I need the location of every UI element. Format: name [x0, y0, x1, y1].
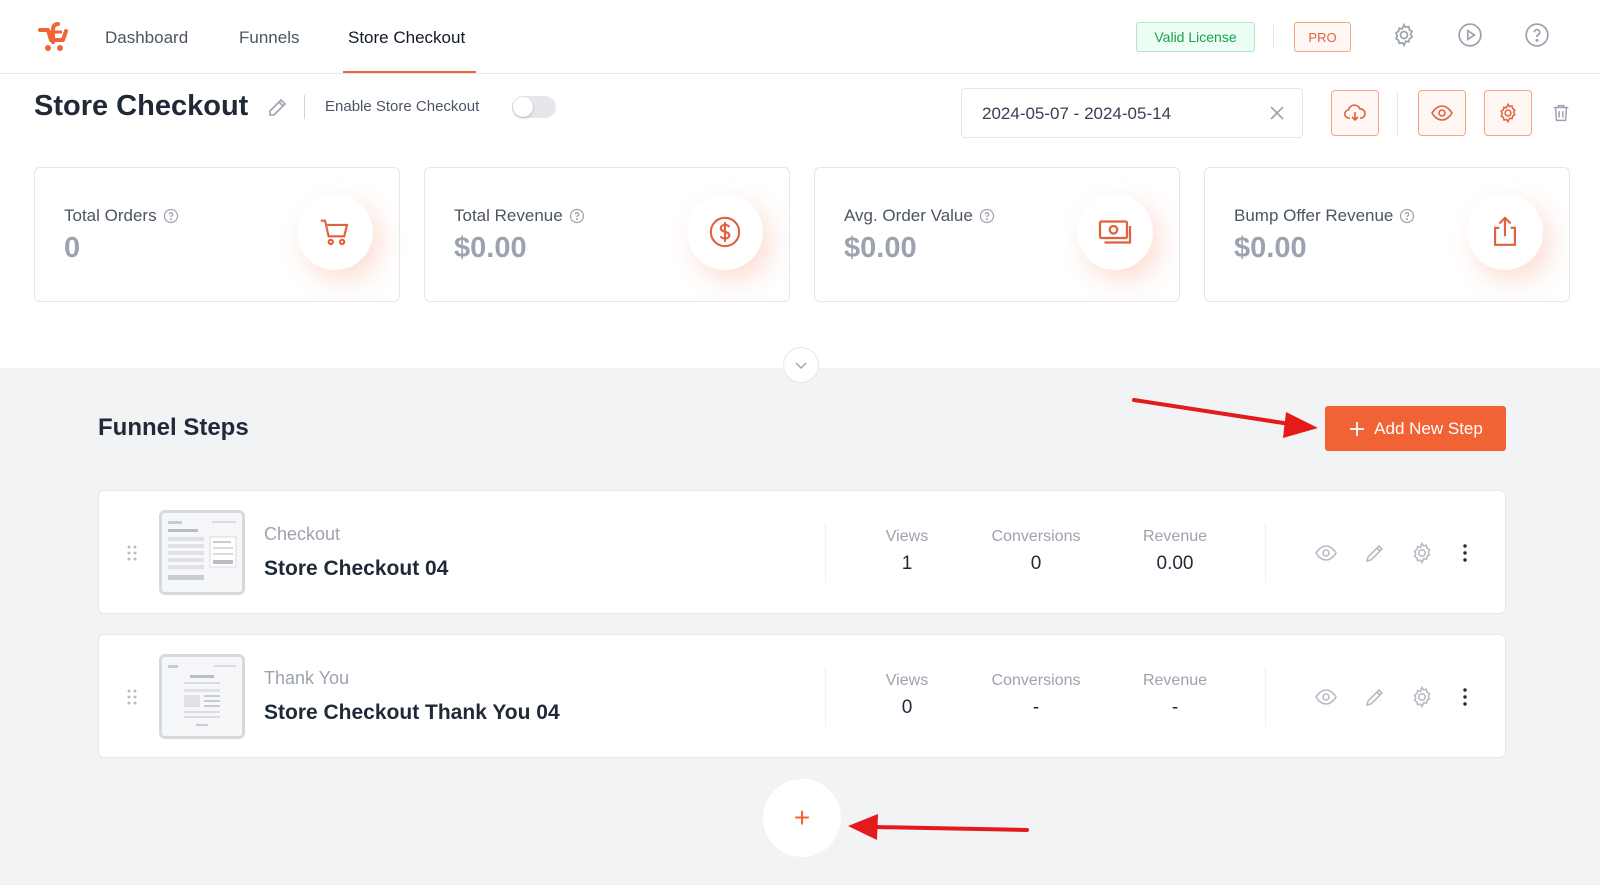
conversions-value: 0: [1030, 553, 1042, 574]
date-range-value: 2024-05-07 - 2024-05-14: [982, 104, 1172, 123]
active-tab-indicator: [343, 71, 476, 73]
divider: [1273, 25, 1274, 49]
step-name[interactable]: Store Checkout Thank You 04: [264, 701, 560, 725]
divider: [1265, 667, 1266, 727]
gear-icon[interactable]: [1410, 541, 1434, 565]
step-name[interactable]: Store Checkout 04: [264, 557, 448, 581]
nav-dashboard[interactable]: Dashboard: [105, 28, 188, 48]
collapse-stats-button[interactable]: [783, 347, 819, 383]
step-type: Checkout: [264, 524, 341, 544]
stat-card-total-orders: Total Orders 0: [34, 167, 400, 302]
revenue-label: Revenue: [1142, 672, 1208, 689]
pencil-icon[interactable]: [1363, 541, 1387, 565]
stat-value: 0: [64, 232, 81, 264]
stat-value: $0.00: [454, 232, 527, 264]
eye-icon[interactable]: [1314, 541, 1338, 565]
stat-label: Total Revenue: [454, 206, 563, 225]
help-icon[interactable]: [1399, 208, 1415, 224]
preview-button[interactable]: [1418, 90, 1466, 136]
gear-icon[interactable]: [1391, 22, 1417, 48]
stat-label: Bump Offer Revenue: [1234, 206, 1394, 225]
nav-store-checkout[interactable]: Store Checkout: [348, 28, 465, 48]
stat-card-bump-offer-revenue: Bump Offer Revenue $0.00: [1204, 167, 1570, 302]
cartflows-logo[interactable]: [36, 20, 70, 54]
stat-card-total-revenue: Total Revenue $0.00: [424, 167, 790, 302]
gear-icon: [1500, 102, 1516, 124]
enable-store-checkout-label: Enable Store Checkout: [325, 98, 480, 115]
add-new-step-label: Add New Step: [1374, 418, 1483, 438]
toggle-knob: [513, 97, 533, 117]
gear-icon[interactable]: [1410, 685, 1434, 709]
stat-card-avg-order-value: Avg. Order Value $0.00: [814, 167, 1180, 302]
revenue-value: 0.00: [1156, 553, 1194, 574]
stat-value: $0.00: [1234, 232, 1307, 264]
help-icon[interactable]: [1524, 22, 1550, 48]
export-button[interactable]: [1331, 90, 1379, 136]
section-title: Funnel Steps: [98, 414, 249, 441]
close-icon[interactable]: [1268, 104, 1286, 122]
help-icon[interactable]: [569, 208, 585, 224]
drag-handle-icon[interactable]: [125, 687, 139, 707]
conversions-value: -: [1032, 697, 1040, 718]
enable-store-checkout-toggle[interactable]: [512, 96, 556, 118]
edit-title-icon[interactable]: [266, 95, 290, 119]
date-range-picker[interactable]: 2024-05-07 - 2024-05-14: [961, 88, 1303, 138]
step-type: Thank You: [264, 668, 350, 688]
license-badge: Valid License: [1136, 22, 1255, 52]
checkout-page-preview: [162, 513, 242, 592]
play-icon[interactable]: [1457, 22, 1483, 48]
conversions-label: Conversions: [991, 672, 1081, 689]
views-label: Views: [885, 528, 929, 545]
more-vertical-icon[interactable]: [1453, 541, 1477, 565]
conversions-label: Conversions: [991, 528, 1081, 545]
divider: [1397, 92, 1398, 136]
help-icon[interactable]: [979, 208, 995, 224]
pencil-icon[interactable]: [1363, 685, 1387, 709]
cart-icon: [320, 219, 349, 246]
stat-label: Avg. Order Value: [844, 206, 973, 225]
chevron-down-icon: [795, 362, 807, 369]
funnel-settings-button[interactable]: [1484, 90, 1532, 136]
funnel-step-row[interactable]: Thank You Store Checkout Thank You 04 Vi…: [98, 634, 1506, 758]
download-icon: [1343, 104, 1366, 122]
eye-icon[interactable]: [1314, 685, 1338, 709]
step-thumbnail: [159, 510, 245, 595]
revenue-value: -: [1171, 697, 1179, 718]
add-step-circle-button[interactable]: +: [763, 779, 841, 857]
stat-value: $0.00: [844, 232, 917, 264]
top-navigation-bar: Dashboard Funnels Store Checkout Valid L…: [0, 0, 1600, 74]
cash-icon: [1098, 220, 1132, 244]
divider: [1265, 523, 1266, 583]
add-new-step-button[interactable]: Add New Step: [1325, 406, 1506, 451]
help-icon[interactable]: [163, 208, 179, 224]
drag-handle-icon[interactable]: [125, 543, 139, 563]
step-thumbnail: [159, 654, 245, 739]
share-icon: [1494, 216, 1516, 246]
eye-icon: [1431, 105, 1453, 121]
views-label: Views: [885, 672, 929, 689]
thank-you-page-preview: [162, 657, 242, 736]
divider: [825, 667, 826, 727]
more-vertical-icon[interactable]: [1453, 685, 1477, 709]
stat-label: Total Orders: [64, 206, 157, 225]
views-value: 0: [901, 697, 913, 718]
views-value: 1: [901, 553, 913, 574]
dollar-icon: [709, 216, 741, 248]
nav-funnels[interactable]: Funnels: [239, 28, 299, 48]
plus-icon: [1350, 421, 1365, 436]
trash-icon[interactable]: [1550, 102, 1572, 124]
page-title: Store Checkout: [34, 90, 249, 122]
revenue-label: Revenue: [1142, 528, 1208, 545]
pro-badge[interactable]: PRO: [1294, 22, 1351, 52]
divider: [825, 523, 826, 583]
funnel-step-row[interactable]: Checkout Store Checkout 04 Views 1 Conve…: [98, 490, 1506, 614]
divider: [304, 95, 305, 119]
